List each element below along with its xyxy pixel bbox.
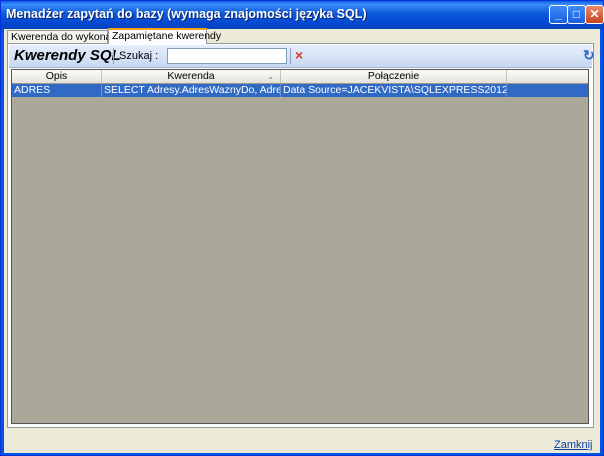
- tab-kwerenda-do-wykonania[interactable]: Kwerenda do wykonania: [7, 30, 125, 44]
- app-window: Menadżer zapytań do bazy (wymaga znajomo…: [0, 0, 604, 456]
- toolbar: Kwerendy SQL Szukaj : × ↻: [9, 45, 595, 68]
- sort-icon: ⌄: [267, 72, 274, 81]
- table-row[interactable]: ADRES SELECT Adresy.AdresWaznyDo, Adresy…: [12, 84, 588, 97]
- tab-panel: Kwerendy SQL Szukaj : × ↻ Opis Kwerenda …: [7, 43, 595, 428]
- column-header-kwerenda[interactable]: Kwerenda ⌄: [102, 70, 281, 83]
- close-window-button[interactable]: ✕: [585, 5, 604, 24]
- title-bar[interactable]: Menadżer zapytań do bazy (wymaga znajomo…: [1, 1, 604, 29]
- window-title: Menadżer zapytań do bazy (wymaga znajomo…: [6, 7, 367, 21]
- queries-grid: Opis Kwerenda ⌄ Połączenie ADRES SELECT …: [11, 69, 589, 424]
- tab-zapamietane-kwerendy[interactable]: Zapamiętane kwerendy: [108, 28, 221, 44]
- column-header-opis[interactable]: Opis: [12, 70, 102, 83]
- minimize-button[interactable]: _: [549, 5, 568, 24]
- maximize-button[interactable]: □: [567, 5, 586, 24]
- search-input[interactable]: [167, 48, 287, 64]
- cell-polaczenie[interactable]: Data Source=JACEKVISTA\SQLEXPRESS2012;In…: [281, 84, 507, 97]
- cell-kwerenda[interactable]: SELECT Adresy.AdresWaznyDo, Adresy.Ad...: [102, 84, 281, 97]
- toolbar-separator: [290, 48, 291, 64]
- column-header-kwerenda-label: Kwerenda: [167, 70, 215, 82]
- cell-extra[interactable]: [507, 84, 588, 97]
- search-label: Szukaj :: [119, 50, 159, 62]
- refresh-icon[interactable]: ↻: [583, 47, 595, 64]
- column-header-polaczenie[interactable]: Połączenie: [281, 70, 507, 83]
- client-area: Kwerenda do wykonania Zapamiętane kweren…: [4, 28, 600, 453]
- grid-header: Opis Kwerenda ⌄ Połączenie: [12, 70, 588, 84]
- close-link[interactable]: Zamknij: [554, 439, 593, 451]
- toolbar-title: Kwerendy SQL: [14, 47, 121, 64]
- column-header-extra[interactable]: [507, 70, 588, 83]
- cell-opis[interactable]: ADRES: [12, 84, 102, 97]
- toolbar-separator: [113, 48, 114, 64]
- clear-search-icon[interactable]: ×: [295, 48, 303, 62]
